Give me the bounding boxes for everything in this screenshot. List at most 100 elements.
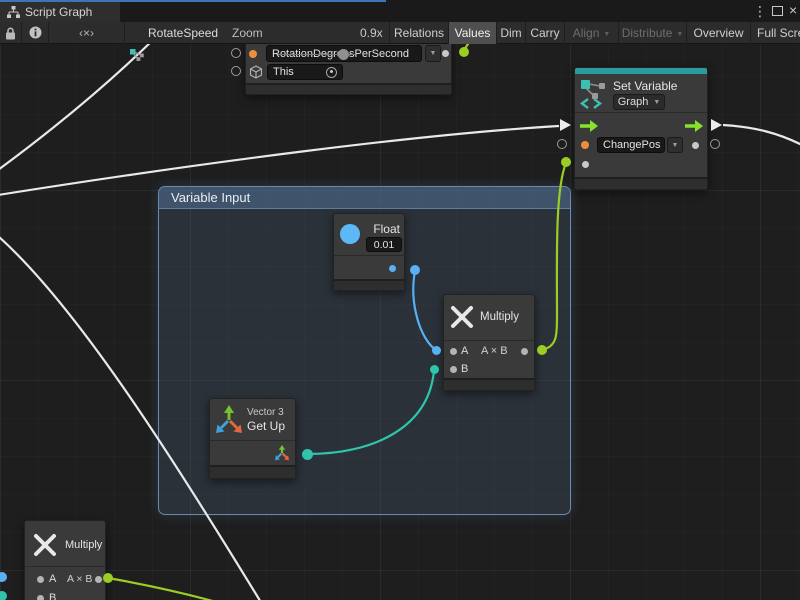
target-this-field[interactable]: This bbox=[267, 64, 343, 80]
wire-green-from-bottom-multiply[interactable] bbox=[108, 578, 220, 600]
wire-endpoint-teal-in[interactable] bbox=[430, 365, 439, 374]
maximize-icon[interactable] bbox=[772, 6, 783, 16]
wire-white-from-set-variable-flow-out[interactable] bbox=[723, 125, 800, 145]
set-variable-name-text: ChangePos bbox=[603, 139, 661, 151]
multiply-output-port[interactable] bbox=[521, 348, 528, 355]
toolbar-button-full-screen[interactable]: Full Screen bbox=[750, 22, 800, 44]
toolbar-button-dim[interactable]: Dim bbox=[496, 22, 525, 44]
variable-kind-port-orange[interactable] bbox=[249, 50, 257, 58]
node-title: Set Variable bbox=[613, 79, 677, 93]
object-picker-icon[interactable] bbox=[326, 67, 337, 78]
toolbar-button-distribute[interactable]: Distribute▼ bbox=[618, 22, 686, 44]
output-label: A × B bbox=[481, 345, 508, 357]
multiply-output-port[interactable] bbox=[95, 576, 102, 583]
get-variable-left-port-ring-1[interactable] bbox=[231, 48, 241, 58]
graph-toolbar: ‹×› RotateSpeed Zoom 0.9x Relations Valu… bbox=[0, 22, 800, 44]
set-variable-value-input-port[interactable] bbox=[582, 161, 589, 168]
target-this-text: This bbox=[273, 66, 294, 78]
variable-kind-port-orange[interactable] bbox=[581, 141, 589, 149]
float-value-text: 0.01 bbox=[374, 239, 394, 251]
chevron-down-icon: ▼ bbox=[430, 50, 437, 57]
node-float-literal[interactable]: Float 0.01 bbox=[333, 213, 405, 291]
lock-button[interactable] bbox=[0, 22, 21, 44]
group-header[interactable]: Variable Input bbox=[159, 187, 570, 209]
toolbar-button-carry[interactable]: Carry bbox=[525, 22, 564, 44]
set-variable-output-port[interactable] bbox=[692, 142, 699, 149]
wire-endpoint-green-out[interactable] bbox=[537, 345, 547, 355]
wire-endpoint-blue-out[interactable] bbox=[410, 265, 420, 275]
wire-endpoint-green-top[interactable] bbox=[459, 47, 469, 57]
group-title: Variable Input bbox=[171, 190, 250, 205]
node-footer bbox=[210, 465, 295, 478]
vector3-output-port-icon[interactable] bbox=[274, 445, 290, 461]
node-multiply-bottom[interactable]: Multiply A A × B B bbox=[24, 520, 106, 600]
node-title: Multiply bbox=[65, 539, 102, 551]
close-icon[interactable]: × bbox=[789, 3, 797, 17]
input-a-label: A bbox=[461, 345, 468, 357]
chevron-down-icon: ▼ bbox=[672, 142, 679, 149]
script-graph-window: Variable Input RotationDegreesPerSecond … bbox=[0, 0, 800, 600]
toolbar-button-align[interactable]: Align▼ bbox=[564, 22, 618, 44]
set-variable-graph-icon bbox=[580, 78, 608, 109]
wire-endpoint-green-out-bottom[interactable] bbox=[103, 573, 113, 583]
wire-endpoint-green-value-in[interactable] bbox=[561, 157, 571, 167]
input-b-label: B bbox=[49, 592, 56, 600]
flow-output-arrow-icon[interactable] bbox=[684, 119, 704, 133]
cube-icon bbox=[249, 65, 263, 79]
multiply-input-a-port[interactable] bbox=[37, 576, 44, 583]
toolbar-button-values[interactable]: Values bbox=[448, 22, 496, 44]
set-variable-right-port-ring[interactable] bbox=[710, 139, 720, 149]
set-variable-flow-in-triangle[interactable] bbox=[560, 119, 571, 131]
scope-text: Graph bbox=[618, 96, 649, 108]
node-title: Float bbox=[368, 222, 400, 236]
zoom-label: Zoom bbox=[232, 26, 263, 40]
multiply-icon bbox=[33, 533, 57, 557]
info-icon bbox=[29, 26, 42, 39]
variable-scope-dropdown[interactable]: Graph ▼ bbox=[613, 94, 665, 110]
get-variable-output-port[interactable] bbox=[442, 50, 449, 57]
set-variable-flow-out-triangle[interactable] bbox=[711, 119, 722, 131]
flow-input-arrow-icon[interactable] bbox=[579, 119, 599, 133]
tab-script-graph[interactable]: Script Graph bbox=[0, 2, 120, 22]
get-variable-left-port-ring-2[interactable] bbox=[231, 66, 241, 76]
input-a-label: A bbox=[49, 573, 56, 585]
node-get-variable[interactable]: RotationDegreesPerSecond ▼ This bbox=[245, 36, 452, 95]
input-b-label: B bbox=[461, 363, 468, 375]
wire-white-to-set-variable-flow-in[interactable] bbox=[0, 126, 559, 195]
node-footer bbox=[444, 378, 534, 390]
wire-endpoint-blue-edge[interactable] bbox=[0, 572, 7, 582]
node-footer bbox=[334, 279, 404, 290]
node-teal-accent-bar bbox=[575, 68, 707, 74]
float-output-port[interactable] bbox=[389, 265, 396, 272]
node-vector3-get-up[interactable]: Vector 3 Get Up bbox=[209, 398, 296, 479]
node-multiply[interactable]: Multiply A A × B B bbox=[443, 294, 535, 391]
wire-endpoint-teal-edge[interactable] bbox=[0, 591, 7, 600]
lock-icon bbox=[5, 27, 16, 40]
variable-dropdown-button[interactable]: ▼ bbox=[425, 45, 441, 62]
toolbar-button-overview[interactable]: Overview bbox=[686, 22, 750, 44]
node-title: Get Up bbox=[247, 419, 285, 433]
zoom-slider-handle[interactable] bbox=[338, 49, 349, 60]
wire-endpoint-blue-in[interactable] bbox=[432, 346, 441, 355]
set-variable-name-dropdown[interactable]: ChangePos bbox=[597, 137, 665, 153]
kebab-menu-icon[interactable]: ⋮ bbox=[753, 4, 767, 18]
code-preview-toggle-button[interactable]: ‹×› bbox=[48, 22, 124, 44]
chevron-down-icon: ▼ bbox=[676, 31, 683, 38]
variable-dropdown-button[interactable]: ▼ bbox=[667, 137, 683, 153]
info-button[interactable] bbox=[21, 22, 48, 44]
node-type-label: Vector 3 bbox=[247, 407, 284, 418]
node-footer bbox=[246, 83, 451, 94]
breadcrumb-graph-name[interactable]: RotateSpeed bbox=[148, 26, 218, 40]
chevron-down-icon: ▼ bbox=[603, 31, 610, 38]
float-value-input[interactable]: 0.01 bbox=[366, 237, 402, 252]
wire-endpoint-teal-out[interactable] bbox=[302, 449, 313, 460]
toolbar-button-relations[interactable]: Relations bbox=[389, 22, 448, 44]
set-variable-left-port-ring[interactable] bbox=[557, 139, 567, 149]
node-set-variable[interactable]: Set Variable Graph ▼ ChangePos ▼ bbox=[574, 67, 708, 190]
multiply-input-b-port[interactable] bbox=[37, 595, 44, 600]
tab-title: Script Graph bbox=[25, 5, 92, 19]
multiply-input-b-port[interactable] bbox=[450, 366, 457, 373]
tab-strip: Script Graph ⋮ × bbox=[0, 0, 800, 22]
node-footer bbox=[575, 177, 707, 189]
multiply-input-a-port[interactable] bbox=[450, 348, 457, 355]
